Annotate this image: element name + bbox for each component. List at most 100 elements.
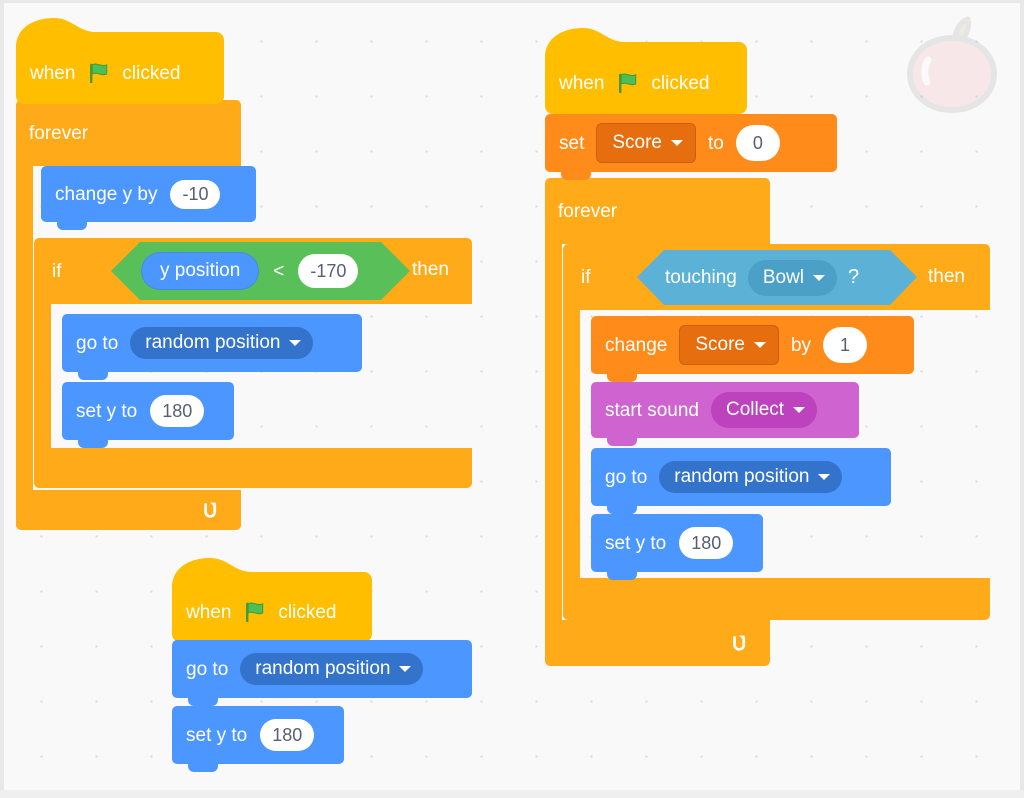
then-label: then: [928, 266, 965, 287]
change-y-value-input[interactable]: -10: [170, 179, 221, 209]
when-flag-clicked-hat[interactable]: when clicked: [16, 18, 224, 104]
change-variable-value-input[interactable]: 1: [823, 327, 868, 363]
start-sound-block[interactable]: start sound Collect: [591, 382, 859, 446]
variable-name-value: Score: [612, 132, 662, 153]
if-label: if: [581, 266, 591, 288]
set-y-value-input[interactable]: 180: [150, 395, 205, 427]
go-to-target-value: random position: [674, 466, 810, 487]
set-y-value-input[interactable]: 180: [260, 719, 315, 751]
set-y-to-label: set y to: [186, 724, 248, 746]
go-to-target-value: random position: [255, 658, 391, 679]
forever-bottom-bar[interactable]: [545, 620, 770, 666]
loop-arrow-icon: [733, 635, 746, 651]
if-then-bottom-bar: [34, 448, 472, 488]
green-flag-icon: [246, 602, 264, 622]
touching-boolean-block[interactable]: touching Bowl ?: [637, 250, 917, 305]
block-notch: [188, 763, 218, 772]
go-to-target-dropdown[interactable]: random position: [130, 327, 314, 359]
change-label: change: [605, 334, 668, 356]
if-then-bottom-bar: [563, 578, 990, 620]
variable-name-dropdown[interactable]: Score: [596, 123, 696, 163]
by-label: by: [790, 334, 812, 356]
set-y-to-block[interactable]: set y to 180: [172, 706, 344, 772]
when-label: when: [186, 601, 232, 623]
change-y-by-block[interactable]: change y by -10: [41, 166, 256, 230]
start-sound-label: start sound: [605, 399, 699, 421]
touching-target-value: Bowl: [762, 266, 805, 288]
if-then-left-wall: [34, 300, 51, 452]
set-y-to-block[interactable]: set y to 180: [62, 382, 234, 448]
forever-block[interactable]: forever: [16, 100, 241, 166]
less-than-value-input[interactable]: -170: [298, 254, 359, 288]
forever-left-wall: [545, 238, 562, 624]
clicked-label: clicked: [278, 601, 337, 623]
go-to-target-dropdown[interactable]: random position: [659, 461, 843, 493]
workspace-bottom-edge: [0, 790, 1024, 798]
loop-arrow-icon: [204, 502, 217, 518]
clicked-label: clicked: [651, 72, 710, 94]
less-than-operator[interactable]: y position < -170: [111, 242, 410, 300]
forever-left-wall: [16, 160, 33, 494]
block-notch: [607, 437, 637, 446]
go-to-block[interactable]: go to random position: [62, 314, 362, 380]
chevron-down-icon: [793, 407, 806, 413]
sound-name-value: Collect: [726, 399, 785, 420]
set-y-to-label: set y to: [605, 532, 667, 554]
block-notch: [607, 373, 637, 382]
set-y-to-label: set y to: [76, 400, 138, 422]
when-label: when: [30, 62, 76, 84]
chevron-down-icon: [399, 666, 412, 672]
touching-target-dropdown[interactable]: Bowl: [747, 259, 838, 296]
if-then-left-wall: [563, 306, 580, 582]
when-flag-clicked-hat[interactable]: when clicked: [172, 558, 372, 642]
forever-bottom-bar[interactable]: [16, 490, 241, 530]
touching-label: touching: [665, 267, 737, 288]
go-to-target-value: random position: [145, 332, 281, 353]
go-to-target-dropdown[interactable]: random position: [240, 653, 424, 685]
forever-label: forever: [558, 200, 618, 222]
less-than-symbol: <: [273, 260, 285, 282]
chevron-down-icon: [289, 340, 302, 346]
block-notch: [78, 439, 108, 448]
set-variable-block[interactable]: set Score to 0: [545, 114, 837, 180]
block-notch: [607, 505, 637, 514]
blocks-workspace[interactable]: forever when clicked change y by -10 if …: [0, 0, 1024, 798]
green-flag-icon: [619, 73, 637, 93]
block-notch: [57, 221, 87, 230]
chevron-down-icon: [813, 274, 826, 281]
chevron-down-icon: [753, 342, 766, 348]
workspace-left-edge: [0, 0, 4, 798]
forever-block[interactable]: forever: [545, 178, 770, 244]
go-to-block[interactable]: go to random position: [591, 448, 891, 514]
go-to-label: go to: [76, 332, 119, 354]
question-mark-label: ?: [848, 266, 860, 288]
forever-label: forever: [29, 122, 89, 144]
then-label: then: [412, 259, 449, 280]
block-notch: [561, 171, 591, 180]
variable-name-value: Score: [695, 334, 745, 355]
go-to-label: go to: [605, 466, 648, 488]
block-notch: [78, 371, 108, 380]
block-notch: [607, 571, 637, 580]
apple-sprite-watermark: [906, 16, 998, 114]
block-notch: [188, 697, 218, 706]
clicked-label: clicked: [122, 62, 181, 84]
chevron-down-icon: [671, 140, 683, 146]
go-to-label: go to: [186, 658, 229, 680]
to-label: to: [708, 132, 724, 154]
go-to-block[interactable]: go to random position: [172, 640, 472, 706]
y-position-reporter[interactable]: y position: [141, 252, 260, 290]
when-flag-clicked-hat[interactable]: when clicked: [545, 28, 747, 114]
workspace-top-edge: [0, 0, 1024, 3]
change-y-by-label: change y by: [55, 183, 158, 205]
when-label: when: [559, 72, 605, 94]
sound-name-dropdown[interactable]: Collect: [711, 392, 818, 428]
set-y-value-input[interactable]: 180: [679, 527, 734, 559]
set-label: set: [559, 132, 585, 154]
set-y-to-block[interactable]: set y to 180: [591, 514, 763, 580]
variable-name-dropdown[interactable]: Score: [679, 325, 779, 365]
change-variable-block[interactable]: change Score by 1: [591, 316, 914, 382]
set-variable-value-input[interactable]: 0: [735, 125, 780, 161]
if-label: if: [52, 260, 62, 282]
workspace-right-edge: [1020, 0, 1024, 798]
